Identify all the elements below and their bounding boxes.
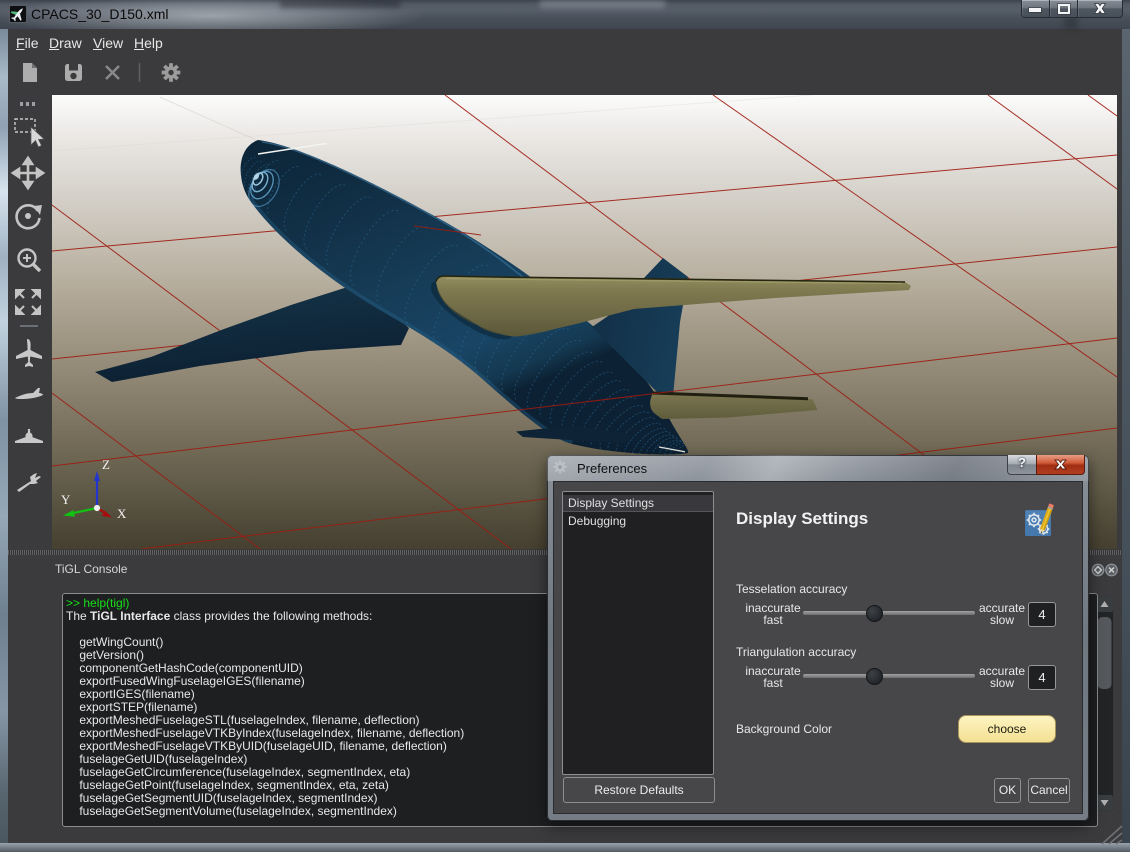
- svg-text:Z: Z: [102, 457, 110, 472]
- svg-text:X: X: [117, 506, 127, 521]
- svg-text:Y: Y: [61, 492, 71, 507]
